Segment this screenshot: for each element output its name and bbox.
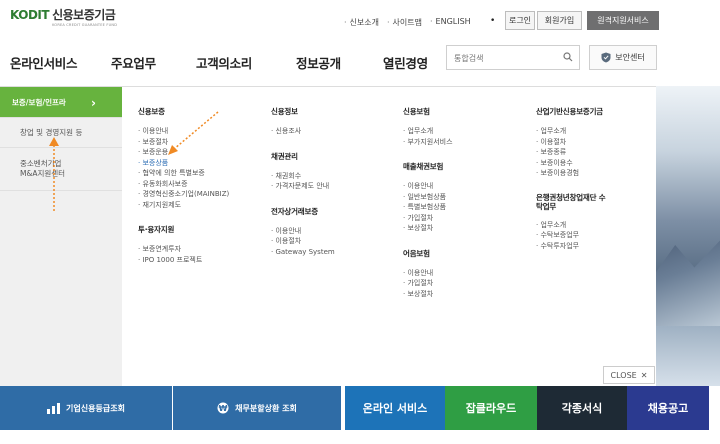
menu-link[interactable]: 가입절차 bbox=[403, 213, 453, 224]
menu-link[interactable]: 특별보험상품 bbox=[403, 202, 453, 213]
close-label: CLOSE bbox=[610, 370, 637, 380]
menu-link[interactable]: 보증종류 bbox=[536, 147, 606, 158]
menu-link[interactable]: 일반보험상품 bbox=[403, 192, 453, 203]
banner-label: 기업신용등급조회 bbox=[66, 403, 125, 413]
menu-link[interactable]: 경영혁신중소기업(MAINBIZ) bbox=[138, 189, 229, 200]
menu-link[interactable]: 업무소개 bbox=[536, 126, 606, 137]
link-about[interactable]: 신보소개 bbox=[344, 17, 379, 28]
remote-support-button[interactable]: 원격지원서비스 bbox=[587, 11, 659, 30]
site-logo[interactable]: KODIT 신용보증기금 KOREA CREDIT GUARANTEE FUND bbox=[10, 9, 117, 28]
menu-link[interactable]: 수탁보증업무 bbox=[536, 230, 606, 241]
group-title: 어음보험 bbox=[403, 248, 430, 258]
close-button[interactable]: CLOSE ✕ bbox=[603, 366, 655, 384]
logo-subtitle: KOREA CREDIT GUARANTEE FUND bbox=[52, 23, 118, 27]
annotation-arrow-up-icon bbox=[49, 137, 59, 211]
side-item-label: 보증/보험/인프라 bbox=[12, 97, 66, 107]
banner-online-service[interactable]: 온라인 서비스 bbox=[345, 386, 445, 430]
close-icon: ✕ bbox=[640, 370, 648, 380]
menu-link[interactable]: 가입절차 bbox=[403, 278, 453, 289]
svg-text:₩: ₩ bbox=[219, 404, 228, 413]
menu-link[interactable]: IPO 1000 프로젝트 bbox=[138, 255, 229, 266]
menu-link[interactable]: 이용안내 bbox=[271, 226, 335, 237]
group-title: 채권관리 bbox=[271, 151, 298, 161]
security-center-button[interactable]: 보안센터 bbox=[589, 45, 657, 70]
background-landscape bbox=[656, 86, 720, 386]
menu-link[interactable]: 보증이용수 bbox=[536, 158, 606, 169]
menu-link[interactable]: 보상절차 bbox=[403, 223, 453, 234]
menu-link[interactable]: 채권회수 bbox=[271, 171, 335, 182]
login-button[interactable]: 로그인 bbox=[505, 11, 535, 30]
nav-online-service[interactable]: 온라인서비스 bbox=[10, 53, 78, 72]
logo-mark: KODIT bbox=[10, 8, 50, 22]
side-item-guarantee-insurance[interactable]: 보증/보험/인프라 › bbox=[0, 87, 122, 118]
security-center-label: 보안센터 bbox=[615, 53, 645, 62]
link-sitemap[interactable]: 사이트맵 bbox=[387, 17, 422, 28]
menu-link[interactable]: 이용안내 bbox=[403, 268, 453, 279]
banner-forms[interactable]: 각종서식 bbox=[537, 386, 627, 430]
mega-menu: 보증/보험/인프라 › 창업 및 경영지원 등 중소벤처기업 M&A지원센터 신… bbox=[0, 86, 656, 387]
menu-link[interactable]: 가격자문제도 안내 bbox=[271, 181, 335, 192]
search-box bbox=[446, 45, 580, 70]
menu-link[interactable]: 보상절차 bbox=[403, 289, 453, 300]
chevron-right-icon: › bbox=[91, 96, 96, 110]
group-title: 투·융자지원 bbox=[138, 225, 175, 234]
nav-customer-voice[interactable]: 고객의소리 bbox=[196, 53, 252, 72]
utility-links: 신보소개 사이트맵 ENGLISH bbox=[344, 17, 471, 28]
join-button[interactable]: 회원가입 bbox=[537, 11, 582, 30]
banner-job-cloud[interactable]: 잡클라우드 bbox=[445, 386, 537, 430]
side-item-startup-support[interactable]: 창업 및 경영지원 등 bbox=[0, 118, 122, 148]
banner-credit-rating[interactable]: 기업신용등급조회 bbox=[0, 386, 172, 430]
group-title: 전자상거래보증 bbox=[271, 206, 318, 216]
menu-link[interactable]: 업무소개 bbox=[403, 126, 453, 137]
group-title: 은행권청년창업재단 수탁업무 bbox=[536, 192, 606, 211]
menu-link[interactable]: 협약에 의한 특별보증 bbox=[138, 168, 229, 179]
bar-chart-icon bbox=[47, 402, 61, 414]
banner-label: 채무분할상환 조회 bbox=[235, 403, 297, 413]
menu-link[interactable]: 수탁투자업무 bbox=[536, 241, 606, 252]
nav-info-disclosure[interactable]: 정보공개 bbox=[296, 53, 341, 72]
menu-link[interactable]: 유동화회사보증 bbox=[138, 179, 229, 190]
nav-open-management[interactable]: 열린경영 bbox=[383, 53, 428, 72]
side-item-mna-center[interactable]: 중소벤처기업 M&A지원센터 bbox=[0, 148, 122, 191]
link-english[interactable]: ENGLISH bbox=[430, 17, 471, 28]
menu-link[interactable]: 이용절차 bbox=[271, 236, 335, 247]
menu-link[interactable]: Gateway System bbox=[271, 247, 334, 258]
search-input[interactable] bbox=[447, 47, 557, 70]
menu-link[interactable]: 보증연계투자 bbox=[138, 244, 229, 255]
menu-link[interactable]: 신용조사 bbox=[271, 126, 335, 137]
annotation-arrow-icon bbox=[168, 111, 219, 155]
menu-link[interactable]: 업무소개 bbox=[536, 220, 606, 231]
menu-link-highlighted[interactable]: 보증상품 bbox=[138, 158, 229, 169]
coin-icon: ₩ bbox=[217, 402, 229, 414]
banner-debt-installment[interactable]: ₩ 채무분할상환 조회 bbox=[173, 386, 341, 430]
menu-link[interactable]: 이용안내 bbox=[403, 181, 453, 192]
banner-recruitment[interactable]: 채용공고 bbox=[627, 386, 709, 430]
menu-link[interactable]: 보증이용경험 bbox=[536, 168, 606, 179]
group-title: 매출채권보험 bbox=[403, 162, 444, 171]
logo-title: 신용보증기금 bbox=[52, 8, 116, 22]
nav-main-business[interactable]: 주요업무 bbox=[111, 53, 156, 72]
menu-link[interactable]: 이용절차 bbox=[536, 137, 606, 148]
menu-column-credit-insurance: 신용보험 업무소개 부가지원서비스 매출채권보험 이용안내 일반보험상품 특별보… bbox=[403, 106, 453, 313]
group-title: 신용정보 bbox=[271, 107, 298, 116]
mega-menu-sidebar: 보증/보험/인프라 › 창업 및 경영지원 등 중소벤처기업 M&A지원센터 bbox=[0, 87, 122, 387]
menu-link[interactable]: 재기지원제도 bbox=[138, 200, 229, 211]
group-title: 신용보험 bbox=[403, 107, 430, 116]
search-icon[interactable] bbox=[563, 52, 573, 62]
separator-dot: • bbox=[490, 16, 496, 26]
menu-column-industrial-fund: 산업기반신용보증기금 업무소개 이용절차 보증종류 보증이용수 보증이용경험 은… bbox=[536, 106, 606, 265]
shield-icon bbox=[601, 52, 611, 63]
menu-column-credit-info: 신용정보 신용조사 채권관리 채권회수 가격자문제도 안내 전자상거래보증 이용… bbox=[271, 106, 335, 271]
menu-link[interactable]: 부가지원서비스 bbox=[403, 137, 452, 148]
group-title: 산업기반신용보증기금 bbox=[536, 107, 603, 116]
